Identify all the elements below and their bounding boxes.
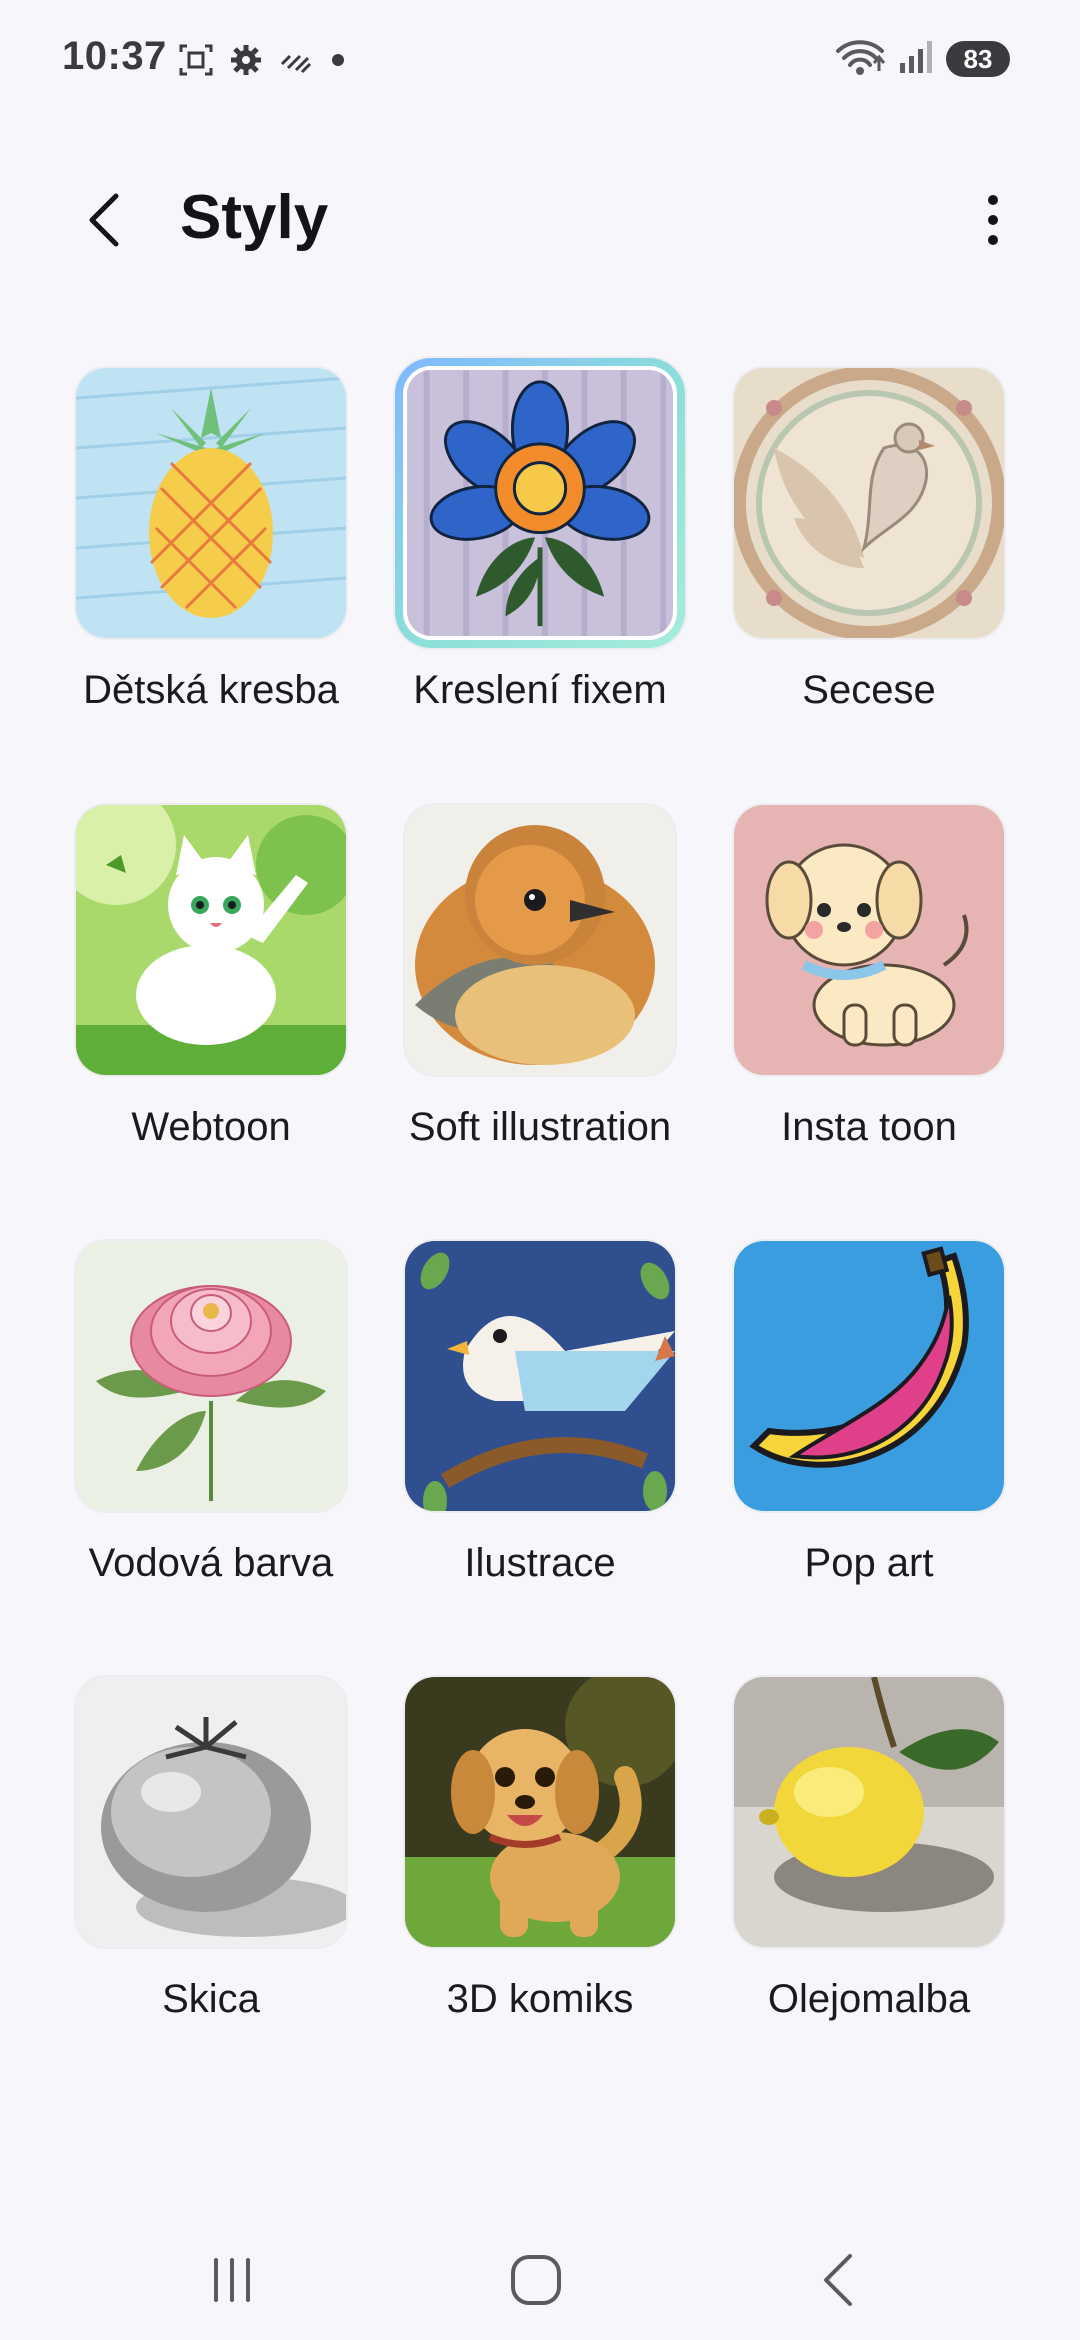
home-button[interactable] xyxy=(476,2240,596,2320)
pineapple-drawing-image xyxy=(76,368,346,638)
status-left-icons xyxy=(178,40,348,80)
style-thumbnail xyxy=(76,368,346,638)
back-arrow-icon xyxy=(89,193,119,247)
style-label: Soft illustration xyxy=(408,1105,672,1149)
navigation-bar xyxy=(0,2220,1080,2340)
recents-icon xyxy=(214,2258,250,2302)
robin-bird-image xyxy=(405,805,675,1075)
nav-back-button[interactable] xyxy=(780,2240,900,2320)
watercolor-peony-image xyxy=(76,1241,346,1511)
screenshot-icon xyxy=(178,42,214,78)
style-thumbnail xyxy=(734,1241,1004,1511)
thumbnail-inner xyxy=(403,366,677,640)
3d-puppy-image xyxy=(405,1677,675,1947)
battery-icon: 83 xyxy=(946,41,1010,77)
pop-art-banana-image xyxy=(734,1241,1004,1511)
style-thumbnail xyxy=(76,805,346,1075)
style-card-soft-illustration[interactable]: Soft illustration xyxy=(353,805,683,1205)
back-button[interactable] xyxy=(60,175,150,265)
more-options-button[interactable] xyxy=(948,175,1038,265)
wifi-icon xyxy=(834,37,886,82)
style-thumbnail xyxy=(76,1241,346,1511)
style-label: Webtoon xyxy=(131,1105,291,1149)
app-bar: Styly xyxy=(0,150,1080,280)
style-label: Olejomalba xyxy=(767,1977,971,2021)
oil-lemon-painting-image xyxy=(734,1677,1004,1947)
settings-gear-icon xyxy=(228,42,264,78)
style-label: Ilustrace xyxy=(464,1541,616,1585)
status-right-icons: 83 xyxy=(834,36,1010,82)
style-label: Skica xyxy=(162,1977,260,2021)
white-cat-image xyxy=(76,805,346,1075)
style-thumbnail xyxy=(76,1677,346,1947)
style-thumbnail xyxy=(405,1677,675,1947)
battery-level: 83 xyxy=(963,43,993,74)
style-card-skica[interactable]: Skica xyxy=(24,1677,354,2077)
pencil-tomato-sketch-image xyxy=(76,1677,346,1947)
style-label: Kreslení fixem xyxy=(413,668,667,712)
style-card-webtoon[interactable]: Webtoon xyxy=(24,805,354,1205)
style-thumbnail xyxy=(734,805,1004,1075)
style-label: Secese xyxy=(802,668,936,712)
home-icon xyxy=(511,2255,561,2305)
dot-icon xyxy=(328,42,348,78)
puppy-cartoon-image xyxy=(734,805,1004,1075)
style-thumbnail xyxy=(734,1677,1004,1947)
style-card-secese[interactable]: Secese xyxy=(682,368,1012,768)
style-label: Dětská kresba xyxy=(83,668,339,712)
recents-button[interactable] xyxy=(172,2240,292,2320)
more-vert-icon xyxy=(988,195,998,245)
status-bar: 10:37 83 xyxy=(0,0,1080,120)
style-label: Insta toon xyxy=(781,1105,957,1149)
style-card-olejomalba[interactable]: Olejomalba xyxy=(682,1677,1012,2077)
style-label: 3D komiks xyxy=(446,1977,634,2021)
style-card-vodova-barva[interactable]: Vodová barva xyxy=(24,1241,354,1641)
style-card-ilustrace[interactable]: Ilustrace xyxy=(353,1241,683,1641)
style-thumbnail-selected xyxy=(395,358,685,648)
sync-icon xyxy=(278,42,314,78)
page-title: Styly xyxy=(180,183,329,252)
style-card-3d-komiks[interactable]: 3D komiks xyxy=(353,1677,683,2077)
style-thumbnail xyxy=(405,1241,675,1511)
style-card-pop-art[interactable]: Pop art xyxy=(682,1241,1012,1641)
art-nouveau-bird-image xyxy=(734,368,1004,638)
signal-icon xyxy=(896,37,936,82)
nav-back-icon xyxy=(824,2254,852,2306)
style-label: Vodová barva xyxy=(88,1541,334,1585)
status-time: 10:37 xyxy=(62,34,167,78)
style-thumbnail xyxy=(734,368,1004,638)
marker-flower-image xyxy=(407,370,673,636)
style-card-detska-kresba[interactable]: Dětská kresba xyxy=(24,368,354,768)
style-label: Pop art xyxy=(804,1541,934,1585)
style-thumbnail xyxy=(405,805,675,1075)
flat-bird-illustration-image xyxy=(405,1241,675,1511)
style-card-kresleni-fixem[interactable]: Kreslení fixem xyxy=(353,358,685,768)
style-card-insta-toon[interactable]: Insta toon xyxy=(682,805,1012,1205)
